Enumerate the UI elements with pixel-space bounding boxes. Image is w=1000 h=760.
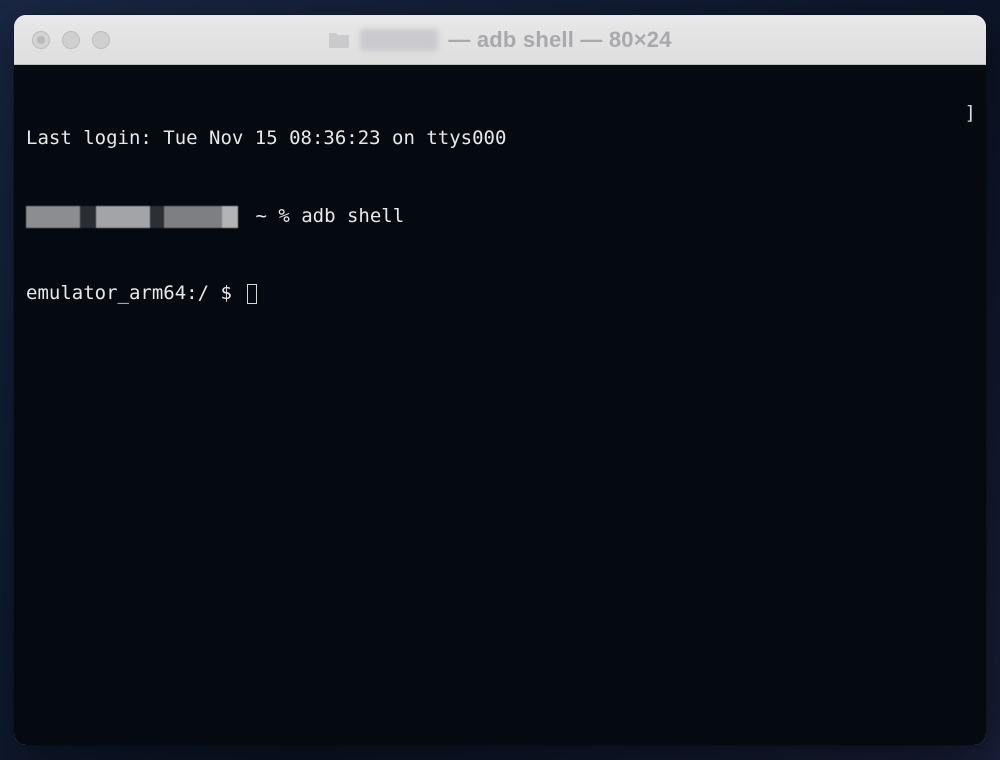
terminal-line: ~ % adb shell bbox=[26, 204, 976, 230]
title-redacted bbox=[360, 29, 438, 51]
terminal-body[interactable]: Last login: Tue Nov 15 08:36:23 on ttys0… bbox=[14, 65, 986, 745]
minimize-button[interactable] bbox=[62, 31, 80, 49]
terminal-line: emulator_arm64:/ $ bbox=[26, 281, 976, 307]
window-title: — adb shell — 80×24 bbox=[14, 27, 986, 53]
title-text: — adb shell — 80×24 bbox=[448, 27, 671, 53]
titlebar[interactable]: — adb shell — 80×24 bbox=[14, 15, 986, 65]
close-button[interactable] bbox=[32, 31, 50, 49]
command-text: adb shell bbox=[301, 204, 404, 230]
right-bracket-indicator: ] bbox=[965, 101, 976, 127]
terminal-window: — adb shell — 80×24 Last login: Tue Nov … bbox=[14, 15, 986, 745]
hostname-redacted bbox=[26, 206, 238, 228]
shell-prompt: emulator_arm64:/ $ bbox=[26, 281, 243, 307]
cursor bbox=[247, 284, 257, 304]
folder-icon bbox=[328, 31, 350, 49]
traffic-lights bbox=[32, 31, 110, 49]
prompt-path: ~ % bbox=[244, 204, 301, 230]
maximize-button[interactable] bbox=[92, 31, 110, 49]
last-login-text: Last login: Tue Nov 15 08:36:23 on ttys0… bbox=[26, 126, 506, 152]
terminal-line: Last login: Tue Nov 15 08:36:23 on ttys0… bbox=[26, 126, 976, 152]
